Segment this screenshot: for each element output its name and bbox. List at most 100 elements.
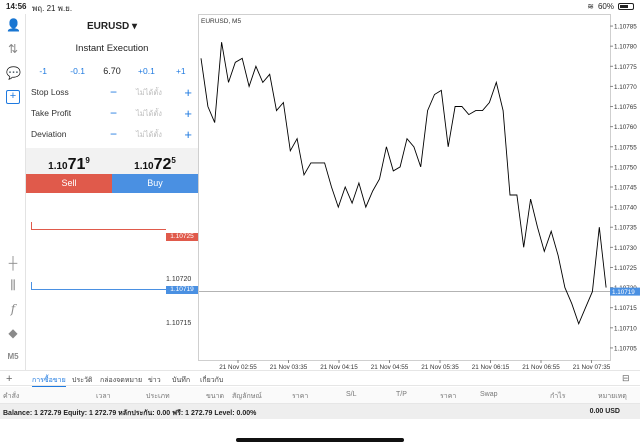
y-tick-label: 1.10710 [614, 325, 637, 332]
col-sl: S/L [346, 391, 357, 398]
status-time: 14:56 [6, 2, 27, 11]
bottom-tab-bar: + การซื้อขาย ประวัติ กล่องจดหมาย ข่าว บั… [0, 370, 640, 387]
balance-row: Balance: 1 272.79 Equity: 1 272.79 หลักป… [0, 404, 640, 419]
col-time: เวลา [96, 393, 111, 400]
volume-value[interactable]: 6.70 [95, 66, 129, 76]
volume-row: -1 -0.1 6.70 +0.1 +1 [26, 60, 198, 82]
stop-loss-label: Stop Loss [31, 87, 69, 97]
symbol-selector[interactable]: EURUSD ▾ [26, 14, 198, 38]
tab-history[interactable]: ประวัติ [72, 375, 92, 386]
y-tick-label: 1.10780 [614, 44, 637, 51]
battery-percent: 60% [597, 2, 614, 11]
y-tick-label: 1.10785 [614, 24, 637, 31]
take-profit-plus-button[interactable]: + [184, 103, 192, 124]
y-tick-label: 1.10755 [614, 144, 637, 151]
y-tick-label: 1.10760 [614, 124, 637, 131]
price-chart[interactable]: EURUSD, M5 1.10785 1.10780 1.10775 1.10770 1.… [198, 14, 640, 370]
wifi-icon: ≋ [587, 2, 594, 11]
indicator-icon[interactable]: ⫼ [6, 278, 20, 292]
total-profit: 0.00 USD [589, 408, 620, 415]
function-icon[interactable]: f [6, 302, 20, 316]
bid-sup: 9 [85, 156, 90, 165]
y-tick-label: 1.10735 [614, 225, 637, 232]
order-panel: EURUSD ▾ Instant Execution -1 -0.1 6.70 … [26, 14, 198, 370]
y-tick-label: 1.10775 [614, 64, 637, 71]
stop-loss-input[interactable]: ไม่ได้ตั้ง [136, 82, 162, 103]
mini-tick-label: 1.10720 [166, 276, 192, 283]
left-toolbar: 👤 ⇅ 💬 + ┼ ⫼ f ◆ M5 [0, 14, 26, 370]
bid-price: 1.10719 [26, 148, 112, 174]
bid-level-line [31, 289, 166, 290]
positions-header: คำสั่ง เวลา ประเภท ขนาด สัญลักษณ์ ราคา S… [0, 387, 640, 404]
col-swap: Swap [480, 391, 498, 398]
y-tick-label: 1.10725 [614, 265, 637, 272]
ask-level-tag: 1.10725 [166, 233, 198, 241]
col-type: ประเภท [146, 393, 170, 400]
plot-frame [198, 14, 611, 361]
col-size: ขนาด [206, 393, 225, 400]
take-profit-minus-button[interactable]: − [110, 103, 117, 124]
price-row: 1.10719 1.10725 [26, 148, 198, 174]
y-tick-label: 1.10770 [614, 84, 637, 91]
deviation-minus-button[interactable]: − [110, 124, 117, 145]
col-tp: T/P [396, 391, 407, 398]
tab-about[interactable]: เกี่ยวกับ [200, 375, 223, 386]
status-bar: 14:56 พฤ. 21 พ.ย. ≋ 60% [0, 0, 640, 14]
stop-loss-plus-button[interactable]: + [184, 82, 192, 103]
current-price-label: 1.10719 [612, 289, 635, 296]
tab-trade[interactable]: การซื้อขาย [32, 375, 66, 387]
y-tick-label: 1.10750 [614, 164, 637, 171]
sell-button[interactable]: Sell [26, 174, 112, 193]
take-profit-row: Take Profit − ไม่ได้ตั้ง + [26, 103, 198, 124]
col-order: คำสั่ง [3, 393, 20, 400]
bid-level-tag: 1.10719 [166, 286, 198, 294]
volume-minus-01[interactable]: -0.1 [60, 66, 94, 76]
stop-loss-row: Stop Loss − ไม่ได้ตั้ง + [26, 82, 198, 103]
col-symbol: สัญลักษณ์ [232, 393, 262, 400]
chat-icon[interactable]: 💬 [6, 66, 21, 80]
col-price-current: ราคา [440, 393, 457, 400]
balance-summary: Balance: 1 272.79 Equity: 1 272.79 หลักป… [3, 410, 257, 417]
crosshair-icon[interactable]: ┼ [6, 256, 20, 270]
deviation-label: Deviation [31, 129, 67, 139]
chart-title: EURUSD, M5 [201, 18, 241, 25]
bid-prefix: 1.10 [48, 161, 68, 172]
ask-level-line [31, 229, 166, 230]
ask-price: 1.10725 [112, 148, 198, 174]
deviation-row: Deviation − ไม่ได้ตั้ง + [26, 124, 198, 145]
stop-loss-minus-button[interactable]: − [110, 82, 117, 103]
volume-plus-1[interactable]: +1 [164, 66, 198, 76]
ask-big: 72 [153, 156, 172, 173]
deviation-input[interactable]: ไม่ได้ตั้ง [136, 124, 162, 145]
y-tick-label: 1.10715 [614, 305, 637, 312]
y-tick-label: 1.10765 [614, 104, 637, 111]
col-comment: หมายเหตุ [598, 393, 627, 400]
volume-plus-01[interactable]: +0.1 [129, 66, 163, 76]
timeframe-button[interactable]: M5 [6, 350, 20, 364]
ask-sup: 5 [171, 156, 176, 165]
tab-journal[interactable]: บันทึก [172, 375, 190, 386]
home-indicator[interactable] [236, 438, 404, 442]
y-tick-label: 1.10745 [614, 185, 637, 192]
mini-tick-label: 1.10715 [166, 320, 192, 327]
transfer-icon[interactable]: ⇅ [6, 42, 20, 56]
y-tick-label: 1.10740 [614, 205, 637, 212]
bid-big: 71 [67, 156, 86, 173]
y-tick-label: 1.10730 [614, 245, 637, 252]
tab-mailbox[interactable]: กล่องจดหมาย [100, 375, 142, 386]
take-profit-input[interactable]: ไม่ได้ตั้ง [136, 103, 162, 124]
price-series-line [200, 42, 607, 326]
new-order-icon[interactable]: + [6, 90, 20, 104]
deviation-plus-button[interactable]: + [184, 124, 192, 145]
objects-icon[interactable]: ◆ [6, 326, 20, 340]
execution-type[interactable]: Instant Execution [26, 38, 198, 60]
tab-news[interactable]: ข่าว [148, 375, 161, 386]
buy-button[interactable]: Buy [112, 174, 198, 193]
y-tick-label: 1.10705 [614, 345, 637, 352]
account-icon[interactable]: 👤 [6, 18, 21, 32]
layout-icon[interactable]: ⊟ [622, 373, 630, 384]
volume-minus-1[interactable]: -1 [26, 66, 60, 76]
col-profit: กำไร [550, 393, 566, 400]
ask-prefix: 1.10 [134, 161, 154, 172]
add-icon[interactable]: + [6, 373, 12, 385]
